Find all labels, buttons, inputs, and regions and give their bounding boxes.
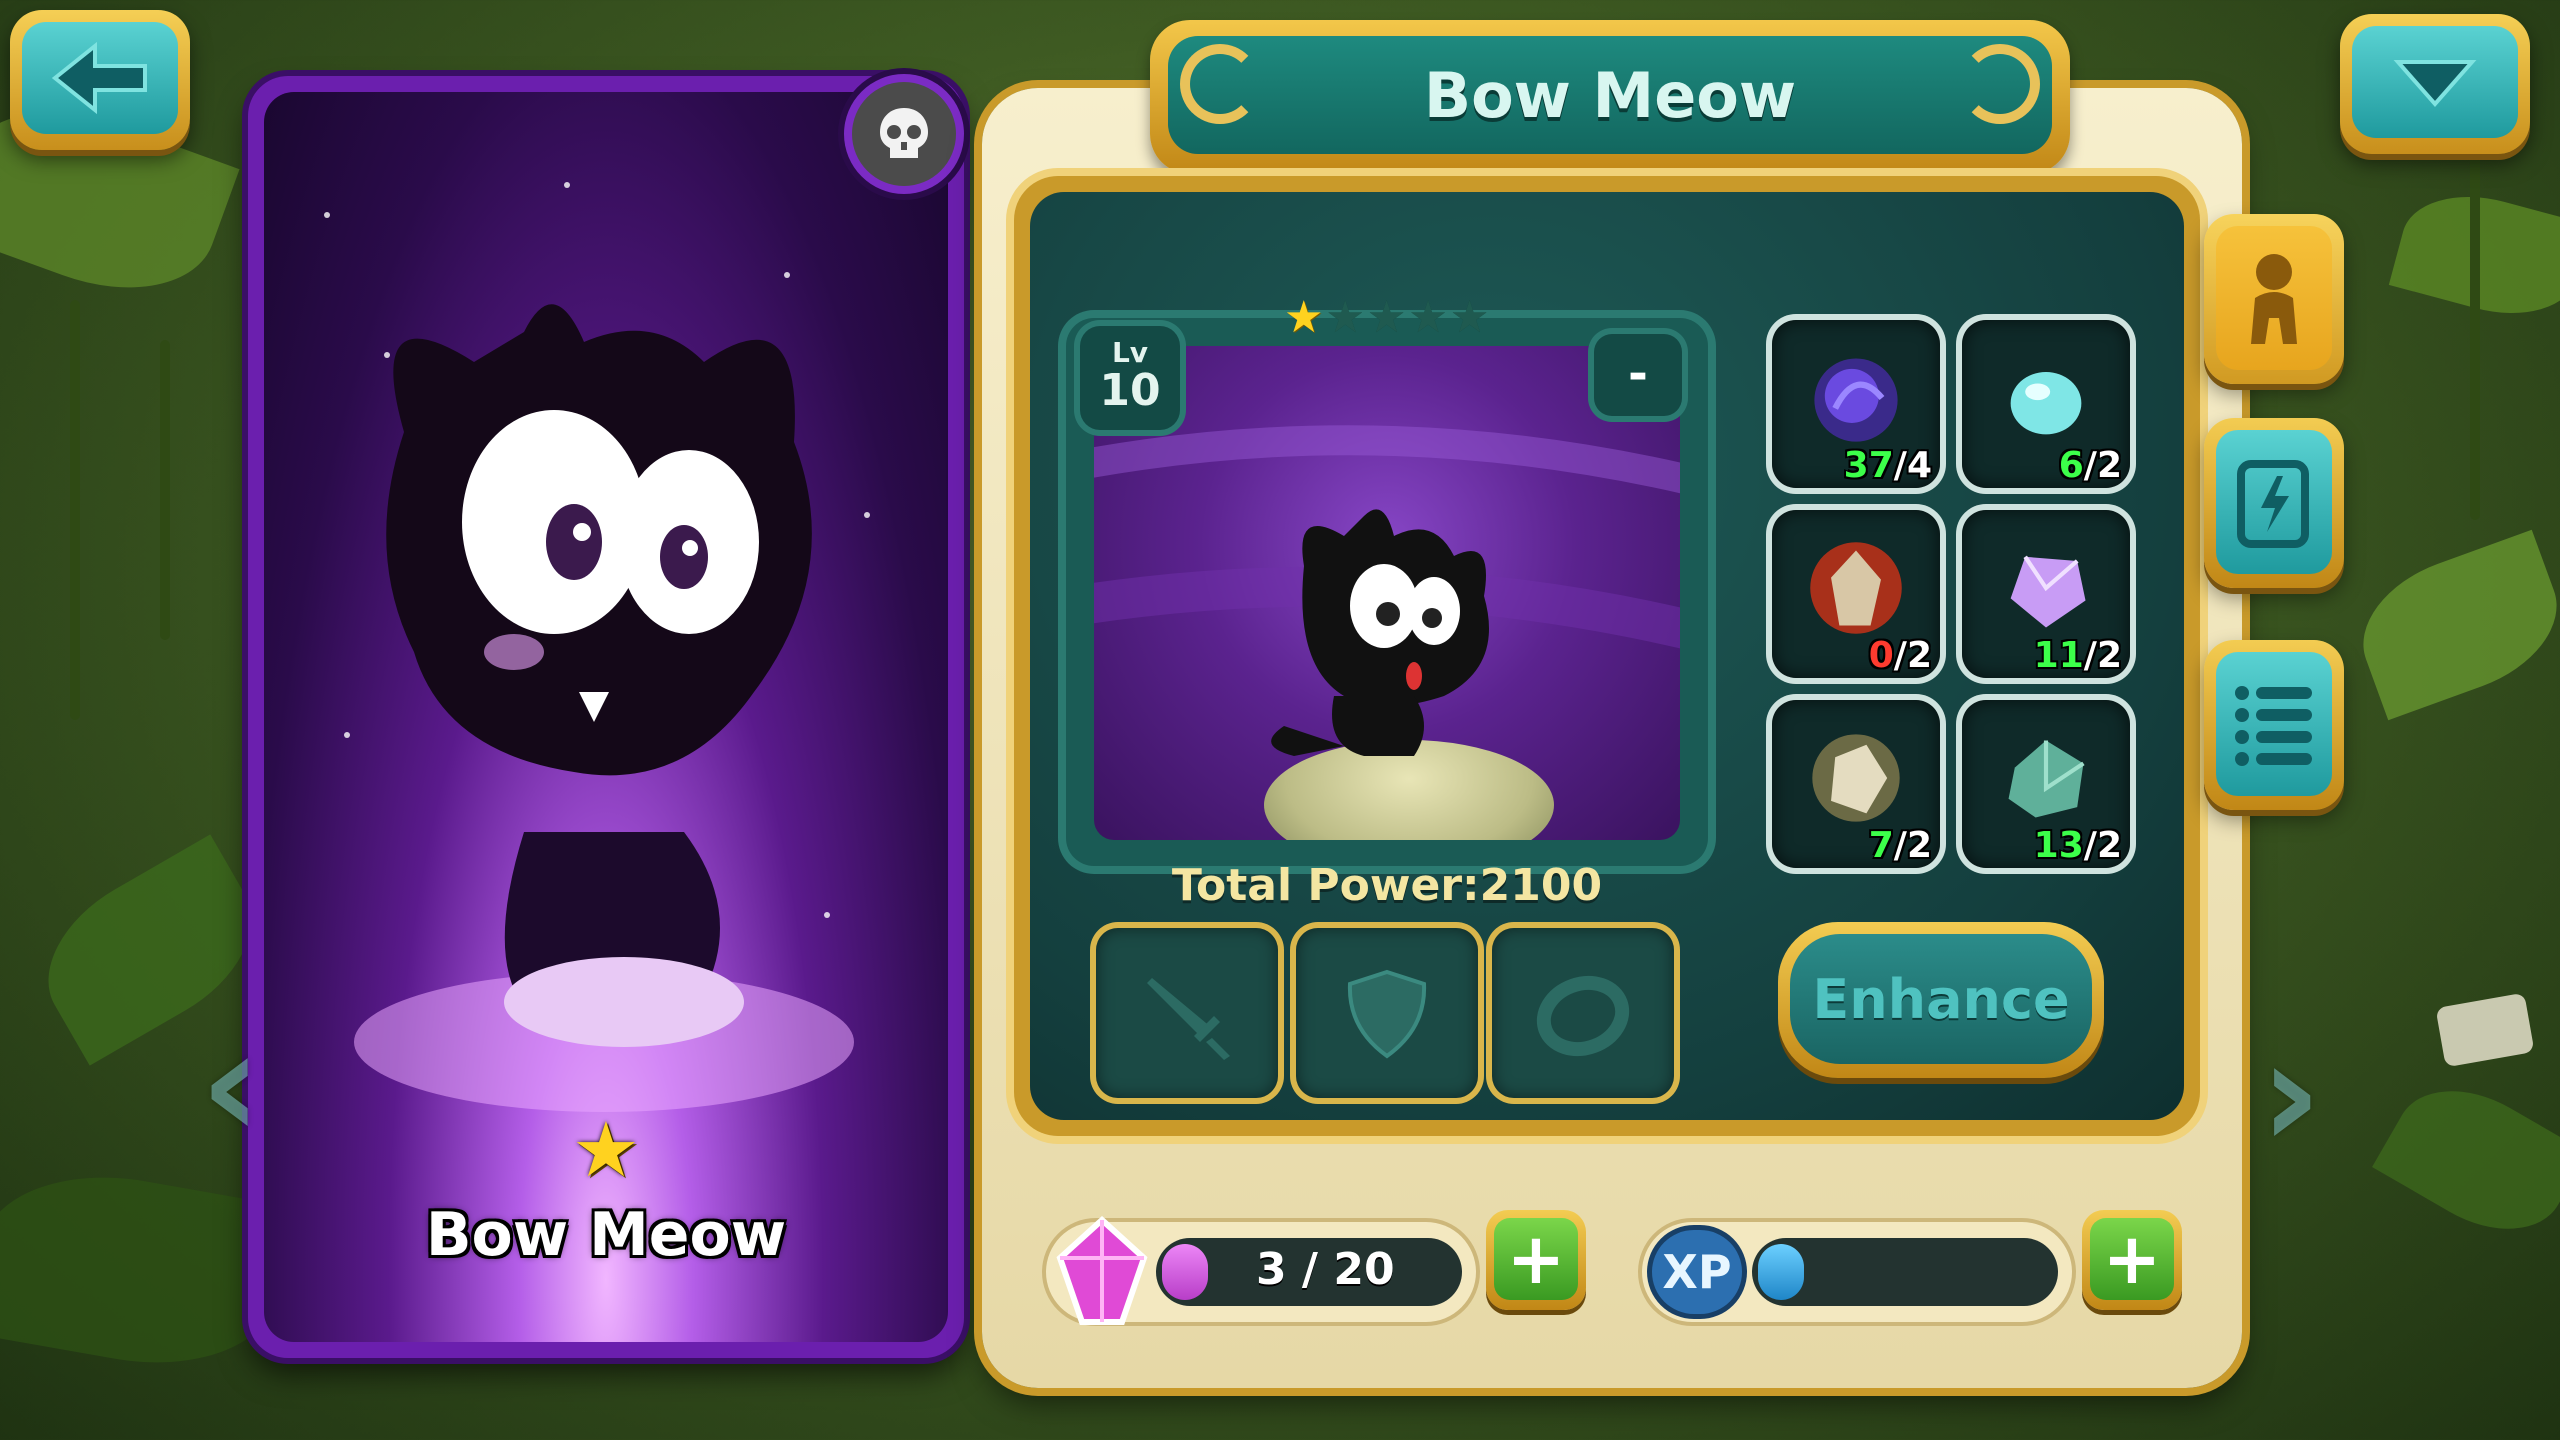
soulstone-fill [1162, 1244, 1208, 1300]
back-button[interactable] [10, 10, 190, 150]
xp-label: XP [1652, 1230, 1742, 1314]
sword-icon [1147, 978, 1230, 1060]
material-count: 6/2 [2058, 445, 2122, 486]
title-swirl-left [1180, 44, 1260, 124]
xp-fill [1758, 1244, 1804, 1300]
material-slot[interactable]: 13/2 [1962, 700, 2130, 868]
weapon-slot[interactable] [1096, 928, 1278, 1098]
tab-skills[interactable] [2204, 418, 2344, 588]
tab-character[interactable] [2204, 214, 2344, 384]
total-power-value: 2100 [1479, 860, 1603, 911]
hero-model [1271, 509, 1489, 756]
rating-star-icon: ★ [1284, 292, 1324, 343]
total-power: Total Power:2100 [1072, 860, 1702, 911]
soulstone-gem-icon [1056, 1215, 1148, 1325]
material-count: 0/2 [1868, 635, 1932, 676]
total-power-label: Total Power: [1171, 860, 1480, 911]
tab-details[interactable] [2204, 640, 2344, 810]
amethyst-icon [2010, 555, 2086, 628]
skill-scroll-icon [2237, 460, 2309, 548]
xp-track [1752, 1238, 2058, 1306]
level-badge: Lv 10 [1080, 326, 1180, 430]
hero-card[interactable]: ★ Bow Meow [248, 76, 964, 1358]
enhance-button[interactable]: Enhance [1778, 922, 2104, 1078]
material-count: 13/2 [2033, 825, 2122, 866]
material-count: 7/2 [1868, 825, 1932, 866]
hero-card-name: Bow Meow [425, 1200, 787, 1270]
star-rating: ★ ★ ★ ★ ★ [1284, 296, 1489, 340]
skull-class-badge [852, 82, 956, 186]
soulstone-count: 3 / 20 [1256, 1244, 1395, 1295]
hero-preview-scene [1094, 346, 1680, 840]
chevron-down-icon [2393, 60, 2477, 108]
page-title: Bow Meow [1423, 58, 1797, 132]
fire-crystal-icon [1810, 542, 1902, 634]
level-value: 10 [1099, 365, 1161, 416]
plus-icon: + [1494, 1218, 1578, 1300]
enhance-button-label: Enhance [1790, 934, 2092, 1064]
aqua-gem-icon [2010, 372, 2082, 435]
title-banner: Bow Meow [1150, 20, 2070, 174]
quartz-icon [1812, 734, 1900, 822]
material-count: 11/2 [2033, 635, 2122, 676]
card-rarity-star: ★ [571, 1105, 641, 1194]
material-slot[interactable]: 7/2 [1772, 700, 1940, 868]
jade-stone-icon [2008, 740, 2085, 818]
rating-star-icon: ★ [1366, 292, 1407, 343]
shield-icon [1347, 969, 1427, 1059]
material-count: 37/4 [1843, 445, 1932, 486]
next-hero-arrow[interactable]: › [2260, 1020, 2322, 1170]
hero-illustration [354, 304, 854, 1112]
back-arrow-icon [51, 41, 147, 115]
add-soulstone-button[interactable]: + [1486, 1210, 1586, 1310]
material-slot[interactable]: 11/2 [1962, 510, 2130, 678]
rating-star-icon: ★ [1449, 292, 1490, 343]
dark-orb-icon [1814, 358, 1898, 442]
previous-hero-arrow[interactable]: ‹ [200, 1010, 262, 1160]
skull-icon [880, 108, 928, 158]
hero-slot-badge[interactable]: - [1594, 334, 1682, 416]
rating-star-icon: ★ [1408, 292, 1448, 343]
add-xp-button[interactable]: + [2082, 1210, 2182, 1310]
character-icon [2251, 254, 2297, 344]
ring-icon [1536, 975, 1630, 1057]
menu-toggle-button[interactable] [2340, 14, 2530, 154]
material-slot[interactable]: 6/2 [1962, 320, 2130, 488]
accessory-slot[interactable] [1492, 928, 1674, 1098]
plus-icon: + [2090, 1218, 2174, 1300]
title-swirl-right [1960, 44, 2040, 124]
material-slot[interactable]: 37/4 [1772, 320, 1940, 488]
list-icon [2235, 686, 2312, 766]
rating-star-icon: ★ [1325, 292, 1365, 343]
armor-slot[interactable] [1296, 928, 1478, 1098]
material-slot[interactable]: 0/2 [1772, 510, 1940, 678]
